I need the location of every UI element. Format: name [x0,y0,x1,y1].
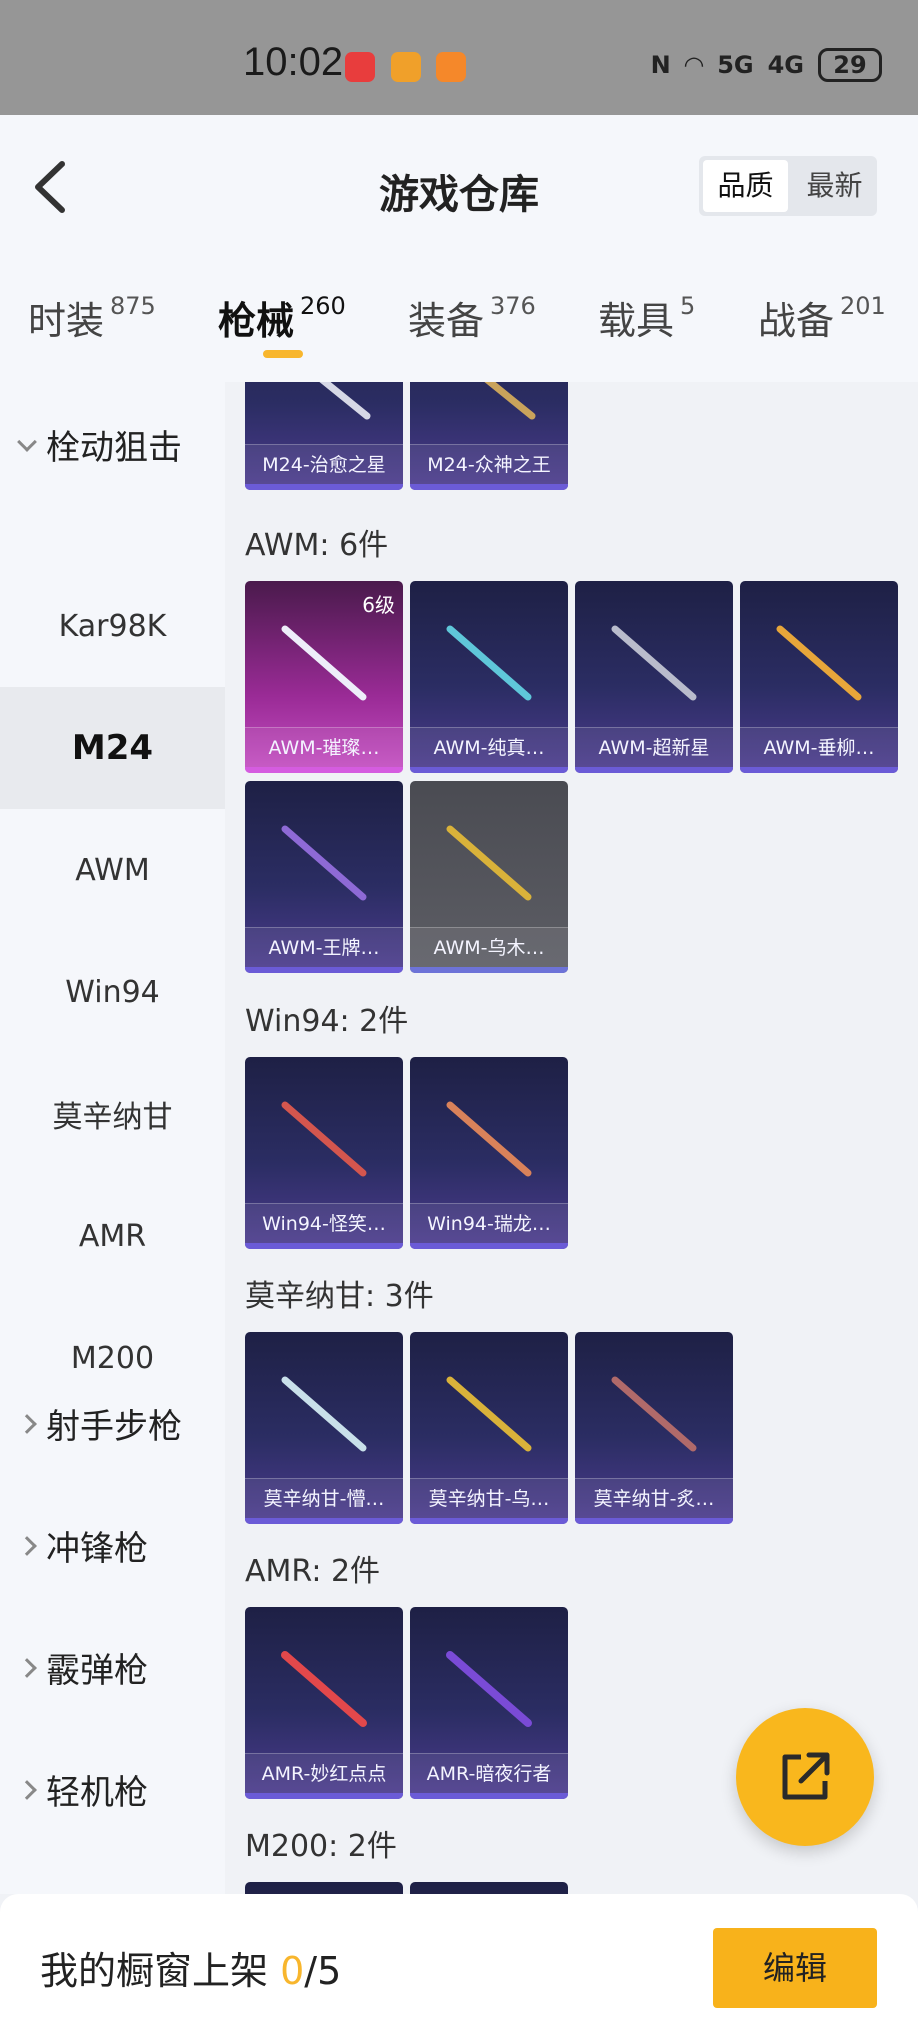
rifle-icon [446,1101,532,1177]
section-heading-awm: AWM: 6件 [245,528,389,563]
sidebar-item-kar98k[interactable]: Kar98K [0,565,225,687]
tab-battle-gear[interactable]: 战备 201 [758,290,886,345]
section-heading-amr: AMR: 2件 [245,1554,381,1589]
tab-indicator [263,350,303,358]
sidebar-group-bolt-action[interactable]: 栓动狙击 [17,420,182,469]
tab-vehicles[interactable]: 载具 5 [598,290,695,345]
sidebar-item-m24[interactable]: M24 [0,687,225,809]
rifle-icon [319,382,371,420]
rifle-icon [611,625,697,701]
item-grid: M24-治愈之星 M24-众神之王 AWM: 6件 6级 AWM-璀璨… AWM… [225,382,918,1894]
signal-5g-icon: 5G [717,51,754,79]
rifle-icon [611,1376,697,1452]
tab-equipment[interactable]: 装备 376 [408,290,536,345]
wifi-icon: ◠ [684,51,704,79]
sort-quality-button[interactable]: 品质 [703,160,788,212]
sidebar-item-win94[interactable]: Win94 [0,931,225,1053]
rifle-icon [446,825,532,901]
item-card[interactable]: AWM-王牌… [245,781,403,973]
sidebar-item-awm[interactable]: AWM [0,809,225,931]
item-card[interactable]: M24-众神之王 [410,382,568,490]
tab-weapons[interactable]: 枪械 260 [218,290,346,345]
rifle-icon [281,625,367,701]
item-card[interactable]: AWM-纯真… [410,581,568,773]
rifle-icon [281,825,367,901]
shopping-app-icon [345,52,375,82]
category-tabs: 时装 875 枪械 260 装备 376 载具 5 战备 201 [0,260,918,382]
share-button[interactable] [736,1708,874,1846]
item-card[interactable]: 6级 AWM-璀璨… [245,581,403,773]
signal-4g-icon: 4G [767,51,804,79]
item-card[interactable]: 莫辛纳甘-炙… [575,1332,733,1524]
external-link-icon [782,1752,830,1800]
status-icons: N ◠ 5G 4G 29 [651,48,882,82]
item-card[interactable]: AWM-乌木… [410,781,568,973]
section-heading-win94: Win94: 2件 [245,1004,409,1039]
chevron-right-icon [17,1779,37,1800]
rifle-icon [446,625,532,701]
item-card[interactable]: AWM-超新星 [575,581,733,773]
edit-button[interactable]: 编辑 [713,1928,877,2008]
bottom-bar: 我的橱窗上架 0/5 编辑 [0,1894,918,2040]
sidebar-group-smg[interactable]: 冲锋枪 [17,1521,148,1570]
game-app-icon [391,52,421,82]
sidebar-group-marksman[interactable]: 射手步枪 [17,1399,182,1448]
sort-toggle: 品质 最新 [699,156,877,216]
sidebar: 栓动狙击 Kar98K M24 AWM Win94 莫辛纳甘 AMR M200 … [0,382,225,1894]
item-card[interactable] [410,1882,568,1894]
rifle-icon [281,1651,367,1727]
item-card[interactable]: 莫辛纳甘-乌… [410,1332,568,1524]
section-heading-mosin: 莫辛纳甘: 3件 [245,1279,434,1314]
item-card[interactable]: AMR-暗夜行者 [410,1607,568,1799]
rifle-icon [484,382,536,420]
battery-icon: 29 [818,48,882,82]
showcase-count: 我的橱窗上架 0/5 [40,1949,342,1993]
sidebar-group-shotgun[interactable]: 霰弹枪 [17,1643,148,1692]
item-card[interactable]: Win94-怪笑… [245,1057,403,1249]
item-card[interactable] [245,1882,403,1894]
video-app-icon [436,52,466,82]
rifle-icon [281,1101,367,1177]
status-bar: 10:02 N ◠ 5G 4G 29 [0,0,918,115]
rifle-icon [446,1651,532,1727]
item-card[interactable]: AMR-妙红点点 [245,1607,403,1799]
tab-fashion[interactable]: 时装 875 [28,290,156,345]
section-heading-m200: M200: 2件 [245,1829,397,1864]
nfc-icon: N [650,51,671,79]
sort-newest-button[interactable]: 最新 [792,156,877,216]
chevron-down-icon [17,431,37,452]
clock: 10:02 [243,40,344,84]
chevron-right-icon [17,1535,37,1556]
rifle-icon [446,1376,532,1452]
item-card[interactable]: Win94-瑞龙… [410,1057,568,1249]
item-card[interactable]: AWM-垂柳… [740,581,898,773]
item-card[interactable]: M24-治愈之星 [245,382,403,490]
sidebar-group-lmg[interactable]: 轻机枪 [17,1765,148,1814]
rifle-icon [281,1376,367,1452]
sidebar-item-amr[interactable]: AMR [0,1175,225,1297]
chevron-right-icon [17,1657,37,1678]
chevron-right-icon [17,1413,37,1434]
item-card[interactable]: 莫辛纳甘-懵… [245,1332,403,1524]
rifle-icon [776,625,862,701]
sidebar-item-mosin[interactable]: 莫辛纳甘 [0,1053,225,1175]
